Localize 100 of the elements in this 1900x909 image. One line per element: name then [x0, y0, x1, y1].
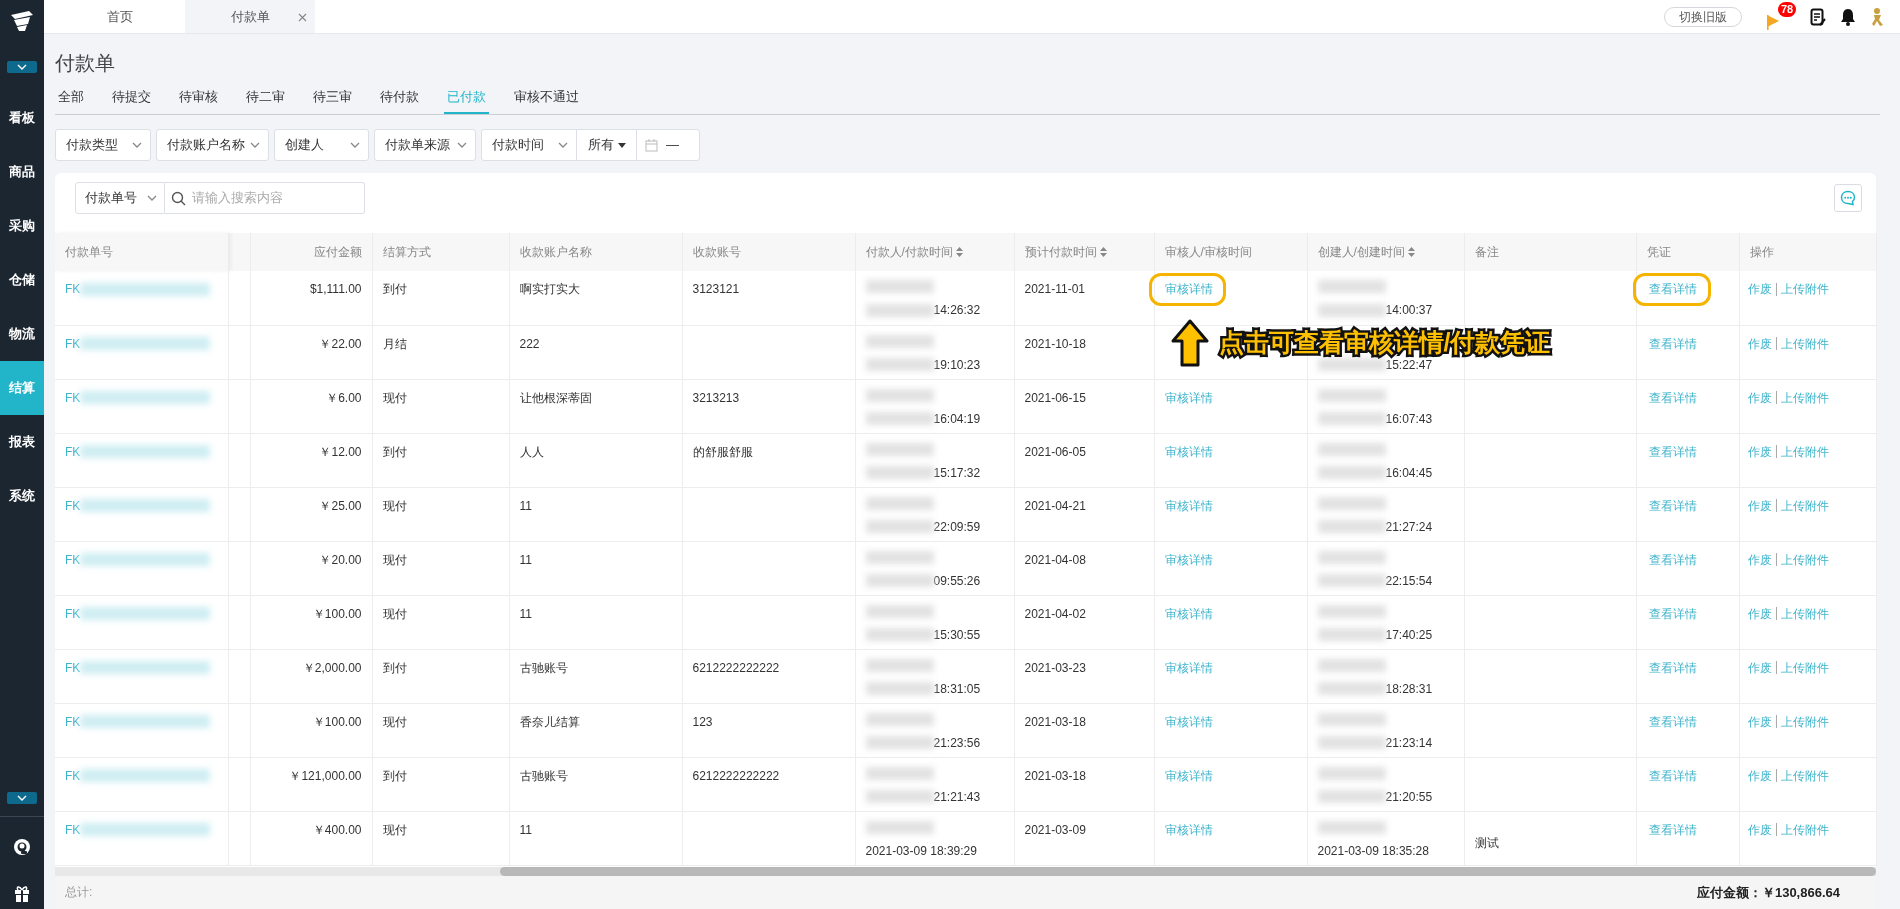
- upload-attachment-link[interactable]: 上传附件: [1780, 496, 1829, 515]
- audit-details-link[interactable]: 审核详情: [1164, 498, 1213, 513]
- blurred-text: [1317, 712, 1386, 726]
- column-header: 付款单号: [65, 244, 113, 261]
- order-number-link[interactable]: FK: [65, 442, 81, 461]
- upload-attachment-link[interactable]: 上传附件: [1780, 442, 1829, 461]
- upload-attachment-link[interactable]: 上传附件: [1780, 334, 1829, 353]
- sidebar-item[interactable]: 商品: [0, 145, 44, 199]
- void-link[interactable]: 作废: [1747, 712, 1772, 731]
- column-header[interactable]: 创建人/创建时间: [1317, 243, 1415, 261]
- view-voucher-link[interactable]: 查看详情: [1648, 282, 1697, 296]
- status-tab[interactable]: 待三审: [310, 82, 355, 114]
- table-cell: 香奈儿结算: [519, 714, 580, 729]
- expand-button[interactable]: [7, 792, 37, 804]
- column-header[interactable]: 付款人/付款时间: [865, 243, 963, 261]
- sidebar-item[interactable]: 仓储: [0, 253, 44, 307]
- order-number-link[interactable]: FK: [65, 658, 81, 677]
- view-voucher-link[interactable]: 查看详情: [1648, 336, 1697, 351]
- scope-dropdown[interactable]: 所有: [577, 130, 637, 160]
- horizontal-scrollbar[interactable]: [55, 866, 1876, 876]
- date-range-field[interactable]: —: [637, 130, 699, 160]
- upload-attachment-link[interactable]: 上传附件: [1780, 658, 1829, 677]
- audit-details-link[interactable]: 审核详情: [1164, 390, 1213, 405]
- blurred-text: [865, 334, 934, 348]
- view-voucher-link[interactable]: 查看详情: [1648, 444, 1697, 459]
- view-voucher-link[interactable]: 查看详情: [1648, 768, 1697, 783]
- void-link[interactable]: 作废: [1747, 550, 1772, 569]
- view-voucher-link[interactable]: 查看详情: [1648, 714, 1697, 729]
- search-field[interactable]: 请输入搜索内容: [192, 188, 352, 208]
- audit-details-link[interactable]: 审核详情: [1164, 444, 1213, 459]
- sidebar-item[interactable]: 系统: [0, 469, 44, 523]
- audit-details-link[interactable]: 审核详情: [1164, 768, 1213, 783]
- sidebar-item[interactable]: 看板: [0, 91, 44, 145]
- status-tab[interactable]: 待提交: [109, 82, 154, 114]
- filter-dropdown[interactable]: 创建人: [274, 129, 369, 161]
- blurred-text: [865, 736, 934, 749]
- filter-dropdown[interactable]: 付款账户名称: [156, 129, 269, 161]
- order-number-link[interactable]: FK: [65, 550, 81, 569]
- void-link[interactable]: 作废: [1747, 604, 1772, 623]
- upload-attachment-link[interactable]: 上传附件: [1780, 604, 1829, 623]
- void-link[interactable]: 作废: [1747, 280, 1772, 298]
- status-tab[interactable]: 审核不通过: [511, 82, 582, 114]
- audit-details-link[interactable]: 审核详情: [1164, 282, 1213, 296]
- status-tab[interactable]: 已付款: [444, 82, 489, 114]
- void-link[interactable]: 作废: [1747, 334, 1772, 353]
- sidebar-item[interactable]: 采购: [0, 199, 44, 253]
- upload-attachment-link[interactable]: 上传附件: [1780, 820, 1829, 839]
- filter-dropdown[interactable]: 付款类型: [55, 129, 151, 161]
- chat-settings-button[interactable]: [1834, 184, 1862, 212]
- void-link[interactable]: 作废: [1747, 442, 1772, 461]
- column-header: 收款账户名称: [519, 244, 592, 261]
- void-link[interactable]: 作废: [1747, 496, 1772, 515]
- upload-attachment-link[interactable]: 上传附件: [1780, 712, 1829, 731]
- audit-details-link[interactable]: 审核详情: [1164, 552, 1213, 567]
- blurred-text: [865, 658, 934, 672]
- order-number-link[interactable]: FK: [65, 496, 81, 515]
- order-number-link[interactable]: FK: [65, 820, 81, 839]
- filter-dropdown[interactable]: 付款时间: [482, 130, 577, 160]
- view-voucher-link[interactable]: 查看详情: [1648, 822, 1697, 837]
- void-link[interactable]: 作废: [1747, 658, 1772, 677]
- upload-attachment-link[interactable]: 上传附件: [1780, 766, 1829, 785]
- column-header[interactable]: 预计付款时间: [1024, 243, 1107, 261]
- upload-attachment-link[interactable]: 上传附件: [1780, 388, 1829, 407]
- view-voucher-link[interactable]: 查看详情: [1648, 660, 1697, 675]
- status-tab[interactable]: 待二审: [243, 82, 288, 114]
- search-field-dropdown[interactable]: 付款单号: [75, 182, 165, 214]
- page-tab[interactable]: 付款单: [185, 0, 315, 33]
- sidebar-item[interactable]: 物流: [0, 307, 44, 361]
- table-cell-text: 14:26:32: [933, 302, 981, 319]
- void-link[interactable]: 作废: [1747, 388, 1772, 407]
- void-link[interactable]: 作废: [1747, 766, 1772, 785]
- blurred-text: [865, 520, 934, 533]
- sidebar-item[interactable]: 结算: [0, 361, 44, 415]
- table-cell: 现付: [382, 606, 407, 621]
- collapse-button[interactable]: [7, 61, 37, 73]
- void-link[interactable]: 作废: [1747, 820, 1772, 839]
- audit-details-link[interactable]: 审核详情: [1164, 606, 1213, 621]
- order-number-link[interactable]: FK: [65, 604, 81, 623]
- order-number-link[interactable]: FK: [65, 766, 81, 785]
- total-label: 总计:: [65, 884, 93, 902]
- view-voucher-link[interactable]: 查看详情: [1648, 606, 1697, 621]
- upload-attachment-link[interactable]: 上传附件: [1780, 550, 1829, 569]
- audit-details-link[interactable]: 审核详情: [1164, 714, 1213, 729]
- upload-attachment-link[interactable]: 上传附件: [1780, 280, 1829, 298]
- status-tab[interactable]: 待付款: [377, 82, 422, 114]
- audit-details-link[interactable]: 审核详情: [1164, 822, 1213, 837]
- status-tab[interactable]: 待审核: [176, 82, 221, 114]
- order-number-link[interactable]: FK: [65, 388, 81, 407]
- view-voucher-link[interactable]: 查看详情: [1648, 552, 1697, 567]
- sidebar-item[interactable]: 报表: [0, 415, 44, 469]
- filter-dropdown[interactable]: 付款单来源: [374, 129, 476, 161]
- table-cell: 测试: [1474, 835, 1499, 850]
- status-tab[interactable]: 全部: [55, 82, 87, 114]
- view-voucher-link[interactable]: 查看详情: [1648, 390, 1697, 405]
- search-box[interactable]: 请输入搜索内容: [165, 182, 365, 214]
- view-voucher-link[interactable]: 查看详情: [1648, 498, 1697, 513]
- order-number-link[interactable]: FK: [65, 334, 81, 353]
- order-number-link[interactable]: FK: [65, 712, 81, 731]
- audit-details-link[interactable]: 审核详情: [1164, 660, 1213, 675]
- order-number-link[interactable]: FK: [65, 280, 81, 298]
